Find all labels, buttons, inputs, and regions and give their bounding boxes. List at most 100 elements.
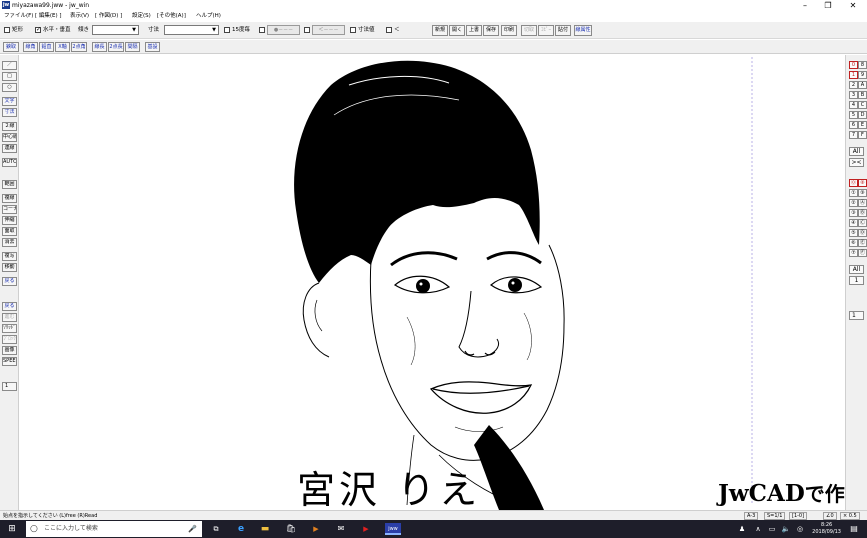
dimension-tool-button[interactable]: 寸法: [2, 108, 17, 117]
block-button[interactable]: ﾌﾞﾛｯｸ: [2, 335, 17, 344]
group-f-button[interactable]: Ⓕ: [858, 249, 867, 257]
redo-button[interactable]: 進む: [2, 313, 17, 322]
center-line-button[interactable]: 中心線: [2, 133, 17, 142]
tb2-btn-5[interactable]: 線長: [92, 42, 107, 52]
network-icon[interactable]: ▭: [766, 523, 778, 535]
microphone-icon[interactable]: 🎤: [188, 523, 197, 535]
horiz-vert-checkbox[interactable]: [35, 26, 41, 33]
taskbar-search-box[interactable]: ○ ここに入力して検索 🎤: [26, 521, 202, 537]
layer-5-button[interactable]: 5: [849, 111, 858, 119]
dim-select[interactable]: ▼: [164, 25, 219, 35]
layer-1-button[interactable]: 1: [849, 71, 858, 79]
double-line-button[interactable]: ２線: [2, 122, 17, 131]
group-0-button[interactable]: ⓪: [849, 179, 858, 187]
rect-checkbox[interactable]: [4, 27, 10, 33]
copy-tool-button[interactable]: 複写: [2, 252, 17, 261]
group-a-button[interactable]: Ⓐ: [858, 199, 867, 207]
layer-0-button[interactable]: 0: [849, 61, 858, 69]
save-button[interactable]: 保存: [483, 25, 499, 36]
tb2-btn-6[interactable]: 2点長: [108, 42, 124, 52]
group-6-button[interactable]: ⑥: [849, 239, 858, 247]
tb2-btn-0[interactable]: 鋏取: [3, 42, 19, 52]
arrow-style-box[interactable]: ＜－－－: [312, 25, 345, 35]
line-tool-button[interactable]: ／: [2, 61, 17, 70]
tb2-btn-8[interactable]: 基設: [145, 42, 160, 52]
layer-8-button[interactable]: 8: [858, 61, 867, 69]
print-button[interactable]: 印刷: [501, 25, 517, 36]
solid-button[interactable]: ｿﾘｯﾄﾞ: [2, 324, 17, 333]
layer-6-button[interactable]: 6: [849, 121, 858, 129]
layer-all-button[interactable]: All: [849, 147, 864, 156]
mail-icon[interactable]: ✉: [335, 523, 347, 535]
group-3-button[interactable]: ③: [849, 209, 858, 217]
layer-3-button[interactable]: 3: [849, 91, 858, 99]
line-attr-button[interactable]: 線属性: [574, 25, 592, 36]
menu-draw[interactable]: [ 作図(D) ]: [95, 11, 122, 22]
chamfer-button[interactable]: 面取: [2, 227, 17, 236]
notification-icon[interactable]: ▤: [848, 523, 860, 535]
tilt-select[interactable]: ▼: [92, 25, 139, 35]
undo-button-top[interactable]: 戻る: [2, 277, 17, 286]
task-view-icon[interactable]: ⧉: [210, 523, 222, 535]
group-7-button[interactable]: ⑦: [849, 249, 858, 257]
drawing-canvas[interactable]: 宮沢 りえ JwCADで作図: [19, 55, 845, 510]
text-tool-button[interactable]: 文字: [2, 97, 17, 106]
arrow-lt-checkbox[interactable]: [386, 27, 392, 33]
group-8-button[interactable]: ⑧: [858, 179, 867, 187]
layer-c-button[interactable]: C: [858, 101, 867, 109]
people-icon[interactable]: ♟: [736, 523, 748, 535]
menu-other[interactable]: [その他(A)]: [157, 11, 186, 22]
group-d-button[interactable]: Ⓓ: [858, 229, 867, 237]
layer-b-button[interactable]: B: [858, 91, 867, 99]
dim-value-checkbox[interactable]: [350, 27, 356, 33]
tray-chevron-icon[interactable]: ∧: [752, 523, 764, 535]
group-4-button[interactable]: ④: [849, 219, 858, 227]
group-1-button[interactable]: ①: [849, 189, 858, 197]
group-b-button[interactable]: Ⓑ: [858, 209, 867, 217]
menu-file[interactable]: ファイル(F): [4, 11, 33, 22]
deg15-checkbox[interactable]: [224, 27, 230, 33]
tb2-btn-1[interactable]: 線角: [23, 42, 38, 52]
group-5-button[interactable]: ⑤: [849, 229, 858, 237]
tb2-btn-2[interactable]: 鉛直: [39, 42, 54, 52]
group-c-button[interactable]: Ⓒ: [858, 219, 867, 227]
line-number-box[interactable]: 1: [2, 382, 17, 391]
layer-4-button[interactable]: 4: [849, 101, 858, 109]
arrow-mode-checkbox[interactable]: [304, 27, 310, 33]
layer-f-button[interactable]: F: [858, 131, 867, 139]
layer-2-button[interactable]: 2: [849, 81, 858, 89]
copy-button[interactable]: ｺﾋﾟｰ: [538, 25, 554, 36]
tb2-btn-7[interactable]: 間隔: [125, 42, 140, 52]
corner-button[interactable]: コーナー: [2, 205, 17, 214]
undo-button[interactable]: 戻る: [2, 302, 17, 311]
continuous-line-button[interactable]: 連線: [2, 144, 17, 153]
minimize-button[interactable]: –: [795, 0, 815, 11]
status-angle[interactable]: ∠0: [823, 512, 837, 520]
media-app-icon[interactable]: ▶: [310, 523, 322, 535]
erase-button[interactable]: 消去: [2, 238, 17, 247]
group-9-button[interactable]: ⑨: [858, 189, 867, 197]
offset-line-button[interactable]: 複線: [2, 194, 17, 203]
layer-d-button[interactable]: D: [858, 111, 867, 119]
speed-button[interactable]: SPEED: [2, 357, 17, 366]
group-all-button[interactable]: All: [849, 265, 864, 274]
layer-9-button[interactable]: 9: [858, 71, 867, 79]
video-app-icon[interactable]: ▶: [360, 523, 372, 535]
move-tool-button[interactable]: 移動: [2, 263, 17, 272]
volume-icon[interactable]: 🔈: [780, 523, 792, 535]
menu-settings[interactable]: 設定(S): [132, 11, 151, 22]
layer-e-button[interactable]: E: [858, 121, 867, 129]
paste-button[interactable]: 貼付: [555, 25, 571, 36]
file-explorer-icon[interactable]: ▬: [259, 523, 271, 535]
auto-button[interactable]: AUTO: [2, 158, 17, 167]
range-button[interactable]: 範囲: [2, 180, 17, 189]
overwrite-button[interactable]: 上書: [466, 25, 482, 36]
menu-view[interactable]: 表示(V): [70, 11, 89, 22]
rect-tool-button[interactable]: □: [2, 72, 17, 81]
menu-help[interactable]: ヘルプ(H): [196, 11, 221, 22]
group-e-button[interactable]: Ⓔ: [858, 239, 867, 247]
tb2-btn-3[interactable]: X軸: [55, 42, 70, 52]
status-zoom[interactable]: × 0.5: [840, 512, 860, 520]
group-number-box[interactable]: 1: [849, 276, 864, 285]
new-button[interactable]: 新規: [432, 25, 448, 36]
